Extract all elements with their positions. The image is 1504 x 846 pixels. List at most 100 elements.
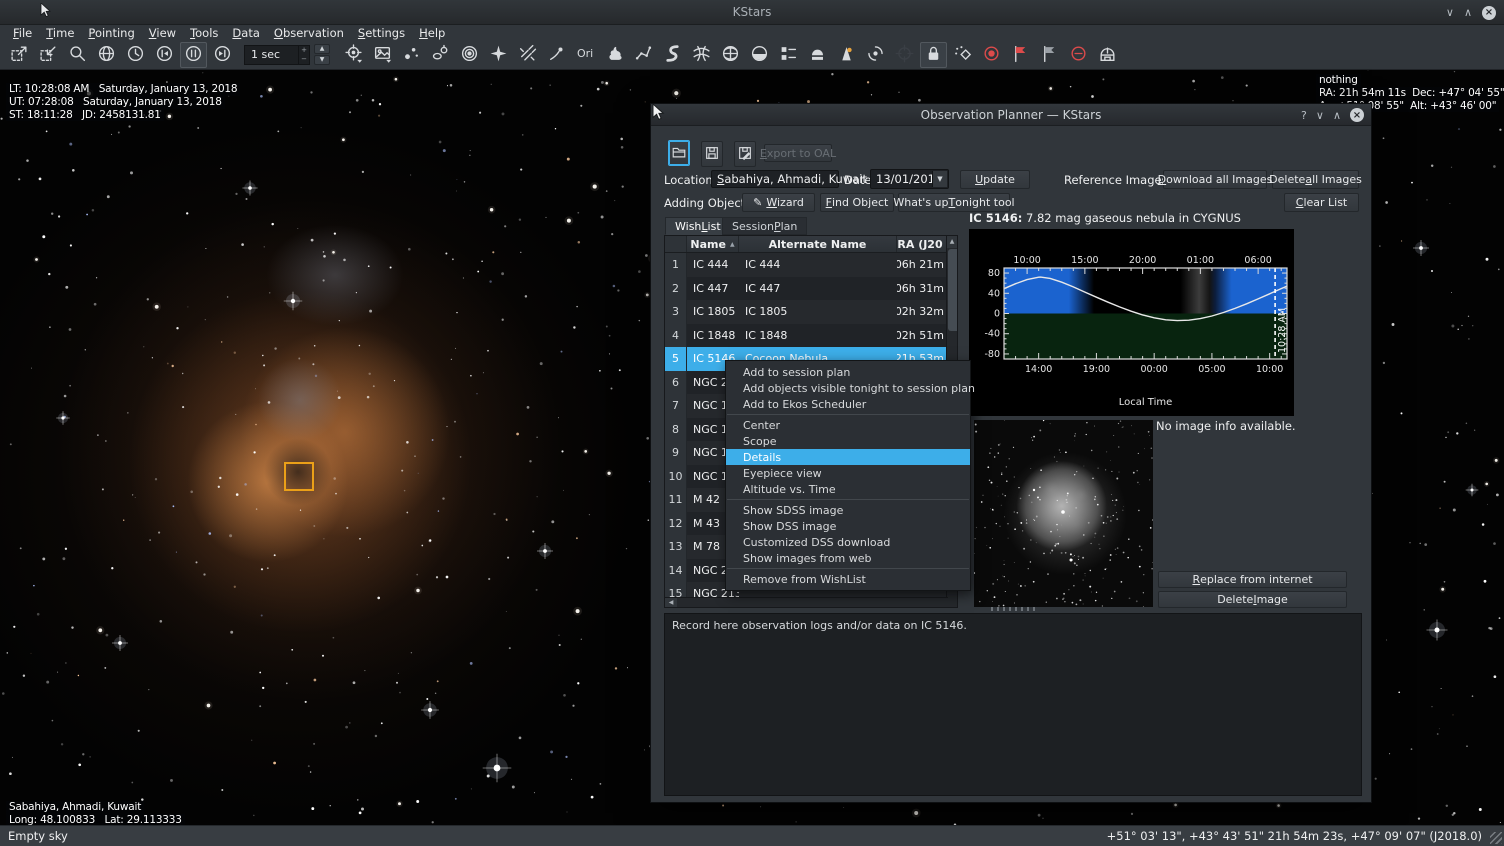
set-time-button[interactable] [122,42,149,68]
snap-button[interactable] [949,42,976,68]
download-all-images-button[interactable]: Download all Images [1163,170,1267,189]
delete-image-button[interactable]: Delete Image [1158,591,1347,608]
table-row[interactable]: 2IC 447IC 44706h 31m [665,277,957,301]
table-header[interactable]: Name▲ Alternate Name RA (J20 [665,236,957,253]
menu-view[interactable]: View [142,25,183,41]
context-menu-item-show-images-from-web[interactable]: Show images from web [726,550,970,566]
show-stars-button[interactable] [398,42,425,68]
context-menu-item-add-objects-visible-tonight-to-session-plan[interactable]: Add objects visible tonight to session p… [726,380,970,396]
center-target-button[interactable] [891,42,918,68]
open-list-button[interactable] [668,140,690,166]
scroll-left-icon[interactable]: ◀ [665,598,677,607]
dialog-unshade-icon[interactable]: ∧ [1333,110,1341,121]
menu-help[interactable]: Help [412,25,452,41]
context-menu-item-eyepiece-view[interactable]: Eyepiece view [726,465,970,481]
constellation-art-button[interactable] [601,42,628,68]
constellation-lines-button[interactable] [630,42,657,68]
close-icon[interactable]: × [1482,6,1496,20]
menu-settings[interactable]: Settings [351,25,412,41]
zoom-out-button[interactable] [35,42,62,68]
red-flag-button[interactable] [1007,42,1034,68]
delete-all-images-button[interactable]: Delete all Images [1272,170,1359,189]
show-planets-button[interactable] [456,42,483,68]
no-entry-button[interactable] [1065,42,1092,68]
table-horizontal-scrollbar[interactable]: ◀ [665,597,948,607]
context-menu-item-remove-from-wishlist[interactable]: Remove from WishList [726,571,970,587]
horizontal-grid-button[interactable] [717,42,744,68]
header-ra[interactable]: RA (J20 [897,236,948,252]
find-object-button[interactable] [64,42,91,68]
ground-button[interactable] [746,42,773,68]
menu-pointing[interactable]: Pointing [81,25,141,41]
galaxy-button[interactable] [862,42,889,68]
table-row[interactable]: 4IC 1848IC 184802h 51m [665,324,957,348]
time-pause-button[interactable] [180,42,207,68]
scroll-up-icon[interactable]: ▲ [947,236,957,248]
table-row[interactable]: 3IC 1805IC 180502h 32m [665,300,957,324]
menu-observation[interactable]: Observation [267,25,351,41]
update-button[interactable]: Update [960,170,1030,189]
show-supernovae-button[interactable] [485,42,512,68]
dialog-titlebar[interactable]: Observation Planner — KStars ? ∨ ∧ × [651,104,1371,126]
menu-file[interactable]: File [6,25,39,41]
record-button[interactable] [978,42,1005,68]
vscroll-thumb[interactable] [948,249,958,331]
context-menu-item-scope[interactable]: Scope [726,433,970,449]
menu-time[interactable]: Time [39,25,81,41]
observation-notes-textarea[interactable]: Record here observation logs and/or data… [664,613,1362,796]
context-menu-item-show-dss-image[interactable]: Show DSS image [726,518,970,534]
pointing-button[interactable] [340,42,367,68]
context-menu-item-altitude-vs-time[interactable]: Altitude vs. Time [726,481,970,497]
save-list-as-button[interactable] [734,141,756,167]
resize-grip-icon[interactable] [1490,832,1502,844]
milky-way-button[interactable] [659,42,686,68]
timestep-spinbox[interactable]: 1 sec +− [244,45,310,65]
table-row[interactable]: 1IC 444IC 44406h 21m [665,253,957,277]
maximize-icon[interactable]: ∧ [1464,7,1472,18]
context-menu-item-customized-dss-download[interactable]: Customized DSS download [726,534,970,550]
flags-button[interactable] [775,42,802,68]
splitter-handle[interactable] [991,607,1035,611]
clear-list-button[interactable]: Clear List [1284,193,1359,212]
date-combo[interactable]: 13/01/2018 ▼ [870,169,949,189]
time-step-forward-button[interactable] [209,42,236,68]
tab-session-plan[interactable]: Session Plan [722,217,807,235]
wizard-button[interactable]: ✎ Wizard [742,193,815,212]
show-deep-sky-button[interactable] [427,42,454,68]
save-list-button[interactable] [701,141,723,167]
lock-button[interactable] [920,42,947,68]
show-comets-button[interactable] [543,42,570,68]
dialog-shade-icon[interactable]: ∨ [1316,110,1324,121]
location-value[interactable]: Sabahiya, Ahmadi, Kuwait [711,170,839,188]
views-button[interactable] [369,42,396,68]
header-name[interactable]: Name▲ [687,236,739,252]
context-menu-item-details[interactable]: Details [726,449,970,465]
header-alternate-name[interactable]: Alternate Name [739,236,897,252]
menu-tools[interactable]: Tools [183,25,225,41]
set-location-button[interactable] [93,42,120,68]
whats-interesting-button[interactable] [833,42,860,68]
whats-up-tonight-button[interactable]: What's up Tonight tool [898,193,1010,212]
tab-wish-list[interactable]: Wish List [665,217,731,235]
find-object-button[interactable]: Find Object [820,193,894,212]
equatorial-grid-button[interactable] [688,42,715,68]
time-step-back-button[interactable] [151,42,178,68]
context-menu-item-add-to-session-plan[interactable]: Add to session plan [726,364,970,380]
helmet-button[interactable] [804,42,831,68]
replace-from-internet-button[interactable]: Replace from internet [1158,571,1347,588]
dome-button[interactable] [1094,42,1121,68]
chevron-down-icon[interactable]: ▼ [932,171,947,187]
constellation-names-button[interactable]: Ori [572,42,599,68]
show-satellites-button[interactable] [514,42,541,68]
gray-flag-button[interactable] [1036,42,1063,68]
zoom-in-button[interactable] [6,42,33,68]
timestep-stepper[interactable]: ▲▼ [314,44,330,65]
context-menu-item-show-sdss-image[interactable]: Show SDSS image [726,502,970,518]
dialog-help-icon[interactable]: ? [1301,110,1307,121]
timestep-plus-minus[interactable]: +− [298,46,309,64]
dialog-close-icon[interactable]: × [1350,108,1364,122]
context-menu-item-add-to-ekos-scheduler[interactable]: Add to Ekos Scheduler [726,396,970,412]
context-menu-item-center[interactable]: Center [726,417,970,433]
minimize-icon[interactable]: ∨ [1446,7,1454,18]
menu-data[interactable]: Data [225,25,266,41]
